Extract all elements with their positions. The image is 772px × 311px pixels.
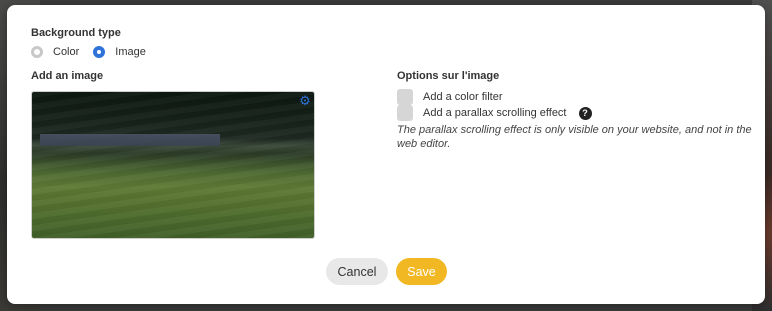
cancel-button[interactable]: Cancel	[326, 258, 388, 285]
gear-icon[interactable]: ⚙	[298, 94, 312, 108]
parallax-label: Add a parallax scrolling effect	[423, 107, 567, 119]
radio-color-indicator[interactable]	[31, 46, 43, 58]
image-options-title: Options sur l'image	[397, 70, 500, 82]
save-button[interactable]: Save	[396, 258, 447, 285]
parallax-note: The parallax scrolling effect is only vi…	[397, 124, 752, 150]
radio-image-label: Image	[115, 46, 146, 58]
question-mark-icon[interactable]: ?	[578, 106, 592, 120]
image-stand-shape	[40, 134, 220, 146]
radio-color[interactable]: Color	[31, 46, 79, 58]
add-image-title: Add an image	[31, 70, 104, 82]
radio-color-label: Color	[53, 46, 80, 58]
radio-image-indicator[interactable]	[93, 46, 106, 58]
parallax-option[interactable]: Add a parallax scrolling effect ?	[397, 105, 592, 121]
background-type-radio-group: Color Image	[31, 46, 160, 58]
parallax-checkbox[interactable]	[397, 105, 413, 121]
color-filter-label: Add a color filter	[423, 91, 503, 103]
background-settings-dialog: Background type Color Image Add an image…	[7, 5, 765, 304]
background-image-preview[interactable]: ⚙	[31, 91, 315, 239]
background-type-title: Background type	[31, 27, 121, 39]
radio-image[interactable]: Image	[93, 46, 146, 58]
color-filter-option[interactable]: Add a color filter	[397, 89, 502, 105]
color-filter-checkbox[interactable]	[397, 89, 413, 105]
